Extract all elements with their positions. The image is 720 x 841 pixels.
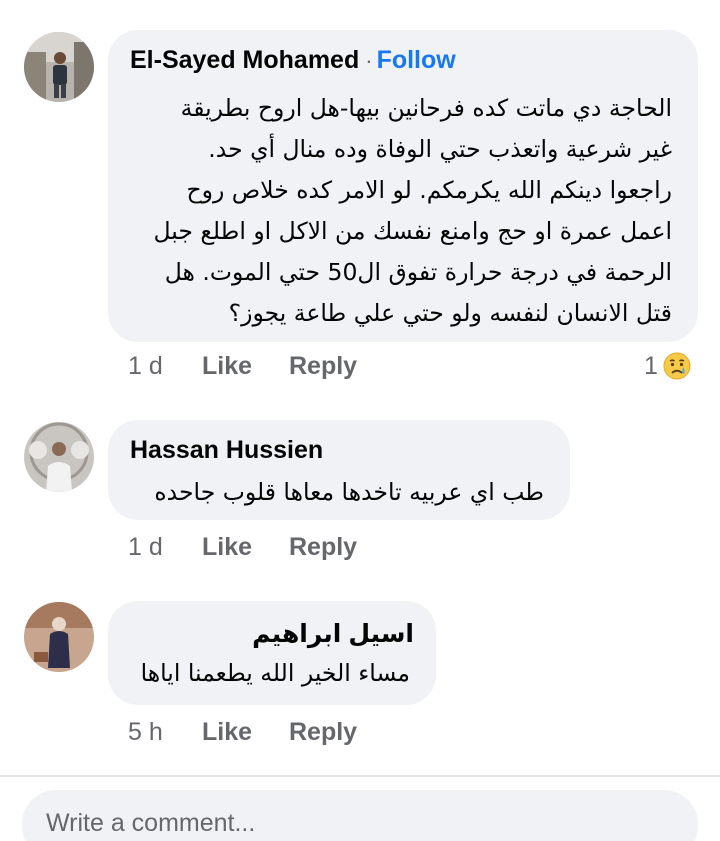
- avatar-photo: [24, 32, 94, 102]
- avatar-photo: [24, 602, 94, 672]
- comment-author-name[interactable]: El-Sayed Mohamed: [130, 46, 359, 74]
- comment-actions: 1 d Like Reply: [128, 352, 357, 381]
- like-button[interactable]: Like: [202, 718, 289, 747]
- comment-bubble: Hassan Hussien طب اي عربيه تاخدها معاها …: [108, 420, 570, 520]
- reply-button[interactable]: Reply: [289, 718, 357, 747]
- avatar-hassan-hussien[interactable]: [24, 422, 94, 492]
- comment-bubble: El-Sayed Mohamed · Follow الحاجة دي ماتت ك…: [108, 30, 698, 342]
- comment-text-line: الرحمة في درجة حرارة تفوق ال50 حتي الموت…: [164, 258, 672, 286]
- follow-button[interactable]: Follow: [377, 46, 456, 74]
- like-button[interactable]: Like: [202, 533, 289, 562]
- comment-actions: 1 d Like Reply: [128, 533, 357, 562]
- comment-input[interactable]: Write a comment...: [22, 790, 698, 841]
- comment-text-line: الحاجة دي ماتت كده فرحانين بيها-هل اروح …: [180, 94, 672, 122]
- comment-bubble: اسيل ابراهيم مساء الخير الله يطعمنا اياه…: [108, 601, 436, 705]
- comments-screen: El-Sayed Mohamed · Follow الحاجة دي ماتت ك…: [0, 0, 720, 841]
- comment-text-line: غير شرعية واتعذب حتي الوفاة وده منال أي …: [208, 135, 672, 163]
- comment-text: طب اي عربيه تاخدها معاها قلوب جاحده: [154, 472, 544, 513]
- reply-button[interactable]: Reply: [289, 352, 357, 381]
- comment-timestamp[interactable]: 5 h: [128, 718, 202, 747]
- comment-text: الحاجة دي ماتت كده فرحانين بيها-هل اروح …: [153, 88, 672, 334]
- comment-text-line: اعمل عمرة او حج وامنع نفسك من الاكل او ا…: [153, 217, 672, 245]
- composer-divider: [0, 775, 720, 777]
- comment-text-line: قتل الانسان لنفسه ولو حتي علي طاعة يجوز؟: [228, 299, 672, 327]
- reaction-summary[interactable]: 1: [644, 351, 692, 381]
- reply-button[interactable]: Reply: [289, 533, 357, 562]
- comment-author-name[interactable]: Hassan Hussien: [130, 436, 323, 465]
- comment-author-line: El-Sayed Mohamed · Follow: [130, 46, 456, 75]
- comment-text-line: طب اي عربيه تاخدها معاها قلوب جاحده: [154, 478, 544, 506]
- comment-timestamp[interactable]: 1 d: [128, 352, 202, 381]
- sad-crying-emoji-icon: [663, 352, 691, 380]
- like-button[interactable]: Like: [202, 352, 289, 381]
- comment-text: مساء الخير الله يطعمنا اياها: [141, 653, 410, 694]
- comment-text-line: مساء الخير الله يطعمنا اياها: [140, 659, 410, 687]
- comment-input-placeholder: Write a comment...: [46, 809, 256, 837]
- comment-author-name[interactable]: اسيل ابراهيم: [252, 619, 414, 649]
- comment-timestamp[interactable]: 1 d: [128, 533, 202, 562]
- separator-dot: ·: [365, 48, 373, 73]
- comment-text-line: راجعوا دينكم الله يكرمكم. لو الامر كده خ…: [186, 176, 672, 204]
- avatar-photo: [24, 422, 94, 492]
- avatar-el-sayed-mohamed[interactable]: [24, 32, 94, 102]
- reaction-count: 1: [644, 351, 658, 380]
- avatar-aseel-ibrahim[interactable]: [24, 602, 94, 672]
- comment-actions: 5 h Like Reply: [128, 718, 357, 747]
